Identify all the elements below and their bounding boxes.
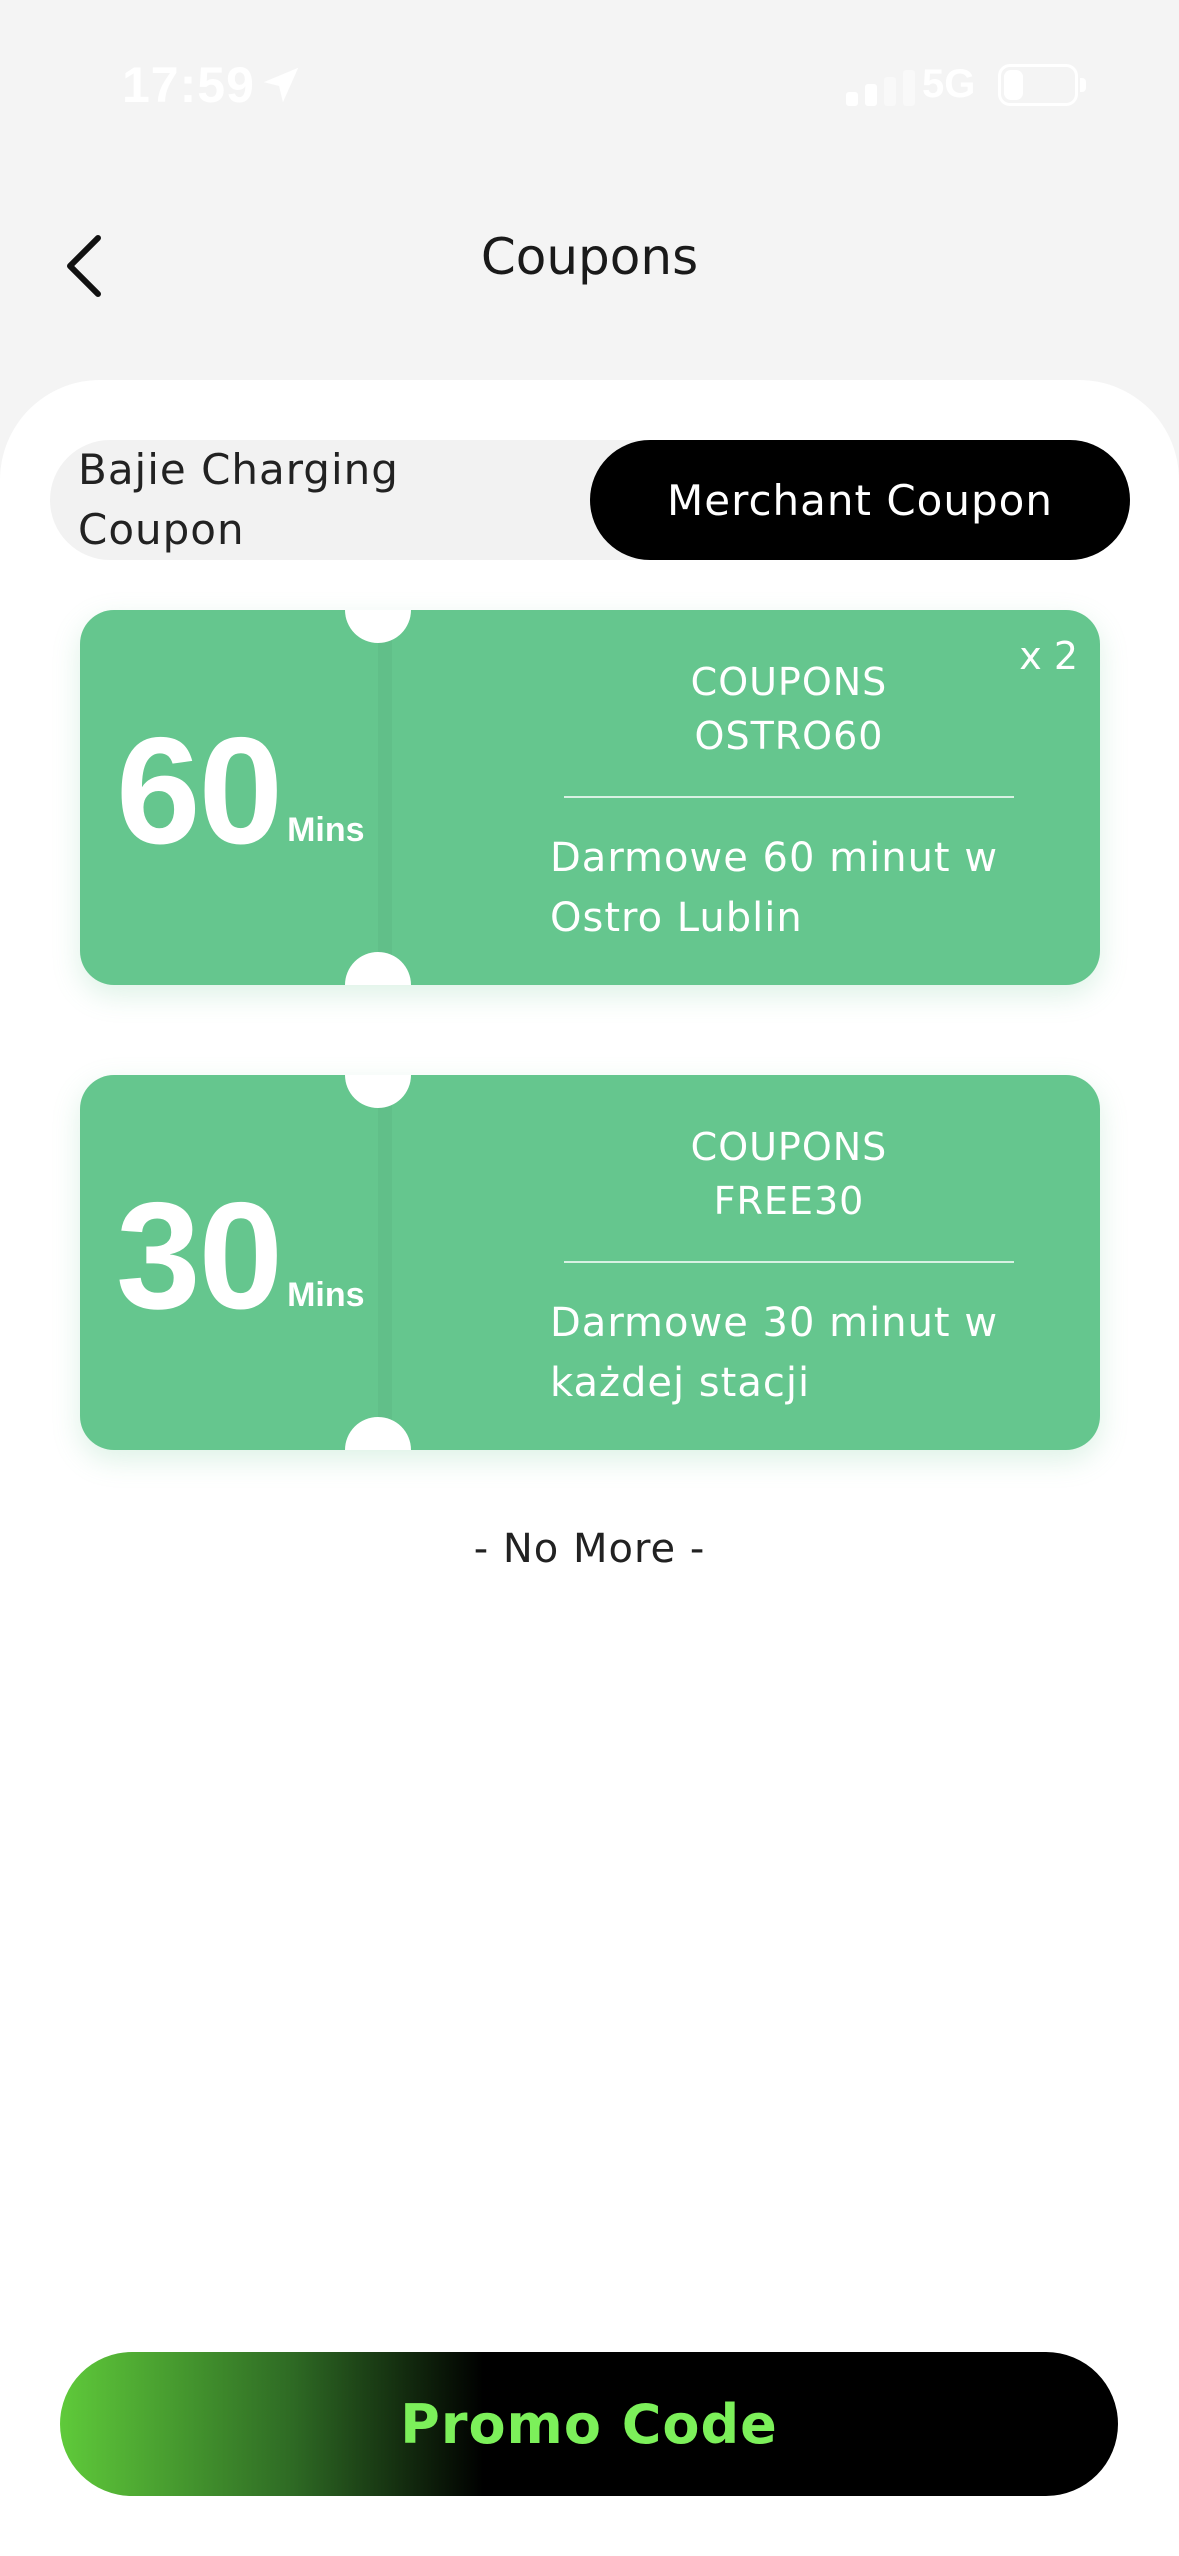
coupons-screen: 17:59 5G 28 Coupons Bajie Charging Coupo… (0, 0, 1179, 2556)
cellular-signal-icon (846, 70, 915, 106)
promo-code-label: Promo Code (400, 2392, 778, 2456)
promo-code-button[interactable]: Promo Code (60, 2352, 1118, 2496)
battery-level: 28 (1022, 69, 1054, 100)
coupon-kind: COUPONS (690, 660, 888, 704)
coupon-card[interactable]: 30 Mins COUPONS FREE30 Darmowe 30 minut … (80, 1075, 1100, 1450)
tab-label: Bajie Charging Coupon (78, 445, 399, 554)
location-arrow-icon (263, 67, 299, 103)
coupon-description: Darmowe 60 minut w Ostro Lublin (550, 835, 999, 941)
coupon-notch (345, 952, 411, 985)
battery-nub (1080, 78, 1086, 92)
coupon-divider (564, 796, 1014, 798)
coupon-count-badge: x 2 (1019, 634, 1078, 678)
coupon-stub-shade (378, 1075, 392, 1450)
status-bar: 17:59 5G 28 (0, 0, 1179, 170)
tab-label: Merchant Coupon (667, 475, 1053, 525)
coupon-amount-unit: Mins (287, 811, 365, 849)
coupon-type-tabs: Bajie Charging Coupon Merchant Coupon (50, 440, 1130, 560)
coupon-divider (564, 1261, 1014, 1263)
list-end-label: - No More - (473, 1526, 706, 1572)
status-time: 17:59 (122, 57, 255, 113)
coupon-amount: 60 Mins (116, 706, 365, 876)
tab-bajie-charging-coupon[interactable]: Bajie Charging Coupon (50, 440, 590, 560)
page-title: Coupons (480, 228, 699, 286)
coupon-code: FREE30 (713, 1179, 865, 1223)
coupon-notch (345, 1075, 411, 1108)
coupon-notch (345, 1417, 411, 1450)
battery-icon: 28 (998, 64, 1078, 106)
coupon-amount: 30 Mins (116, 1171, 365, 1341)
coupon-stub-shade (378, 610, 392, 985)
coupon-card[interactable]: 60 Mins x 2 COUPONS OSTRO60 Darmowe 60 m… (80, 610, 1100, 985)
coupon-description: Darmowe 30 minut w każdej stacji (550, 1300, 999, 1406)
coupon-amount-value: 30 (116, 1171, 283, 1341)
network-type: 5G (922, 62, 976, 106)
coupon-code: OSTRO60 (694, 714, 884, 758)
coupon-amount-value: 60 (116, 706, 283, 876)
tab-merchant-coupon[interactable]: Merchant Coupon (590, 440, 1130, 560)
coupon-notch (345, 610, 411, 643)
coupon-kind: COUPONS (690, 1125, 888, 1169)
coupon-amount-unit: Mins (287, 1276, 365, 1314)
